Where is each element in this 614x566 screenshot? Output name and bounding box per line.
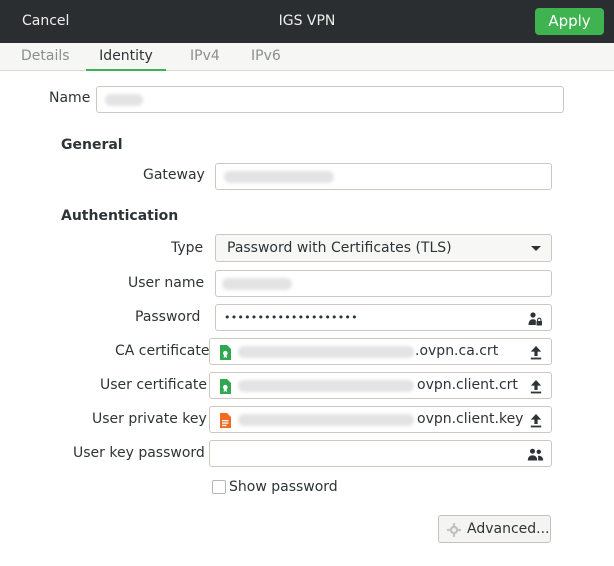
show-password-label[interactable]: Show password <box>229 479 338 495</box>
ca-cert-label: CA certificate <box>115 343 210 359</box>
gear-icon <box>447 523 461 537</box>
ca-cert-chooser[interactable]: .ovpn.ca.crt <box>209 338 552 365</box>
advanced-button[interactable]: Advanced... <box>438 515 551 543</box>
ca-cert-suffix: .ovpn.ca.crt <box>415 343 499 359</box>
redacted-username <box>222 278 292 290</box>
password-label: Password <box>135 309 201 325</box>
user-key-password-input[interactable] <box>209 440 552 467</box>
type-label: Type <box>171 240 204 256</box>
redacted-name <box>105 94 143 106</box>
authentication-heading: Authentication <box>61 208 179 224</box>
user-cert-label: User certificate <box>100 377 208 393</box>
type-value: Password with Certificates (TLS) <box>227 240 452 256</box>
gateway-input[interactable] <box>215 163 552 190</box>
upload-arrow-icon[interactable] <box>529 345 543 360</box>
certificate-file-icon <box>220 345 231 360</box>
username-input[interactable] <box>215 270 552 297</box>
key-file-icon <box>220 413 231 428</box>
tab-ipv6[interactable]: IPv6 <box>251 43 281 71</box>
user-key-chooser[interactable]: ovpn.client.key <box>209 406 552 433</box>
certificate-file-icon <box>220 379 231 394</box>
password-value: •••••••••••••••••••• <box>224 311 358 324</box>
redacted-ca-path <box>238 346 414 358</box>
tab-ipv4[interactable]: IPv4 <box>190 43 220 71</box>
user-lock-icon[interactable] <box>527 311 543 327</box>
header-bar: Cancel IGS VPN Apply <box>0 0 614 43</box>
users-icon[interactable] <box>527 447 544 462</box>
username-label: User name <box>128 275 205 291</box>
redacted-gateway <box>224 171 334 183</box>
user-cert-chooser[interactable]: ovpn.client.crt <box>209 372 552 399</box>
tab-details[interactable]: Details <box>21 43 70 71</box>
name-input[interactable] <box>96 86 564 113</box>
user-key-suffix: ovpn.client.key <box>417 411 524 427</box>
cancel-button[interactable]: Cancel <box>8 7 83 35</box>
show-password-checkbox[interactable] <box>212 480 226 494</box>
upload-arrow-icon[interactable] <box>529 413 543 428</box>
window-title: IGS VPN <box>278 13 336 29</box>
user-key-password-label: User key password <box>73 445 205 461</box>
user-cert-suffix: ovpn.client.crt <box>417 377 518 393</box>
upload-arrow-icon[interactable] <box>529 379 543 394</box>
user-key-label: User private key <box>92 411 207 427</box>
general-heading: General <box>61 137 123 153</box>
gateway-label: Gateway <box>143 167 205 183</box>
name-label: Name <box>49 90 91 106</box>
chevron-down-icon <box>531 246 541 251</box>
tab-identity[interactable]: Identity <box>86 43 166 71</box>
advanced-label: Advanced... <box>467 521 550 537</box>
tab-bar: Details Identity IPv4 IPv6 <box>0 43 614 71</box>
type-dropdown[interactable]: Password with Certificates (TLS) <box>215 234 552 262</box>
redacted-user-key-path <box>238 414 414 426</box>
apply-button[interactable]: Apply <box>535 8 604 35</box>
redacted-user-cert-path <box>238 380 414 392</box>
password-input[interactable]: •••••••••••••••••••• <box>215 304 552 331</box>
